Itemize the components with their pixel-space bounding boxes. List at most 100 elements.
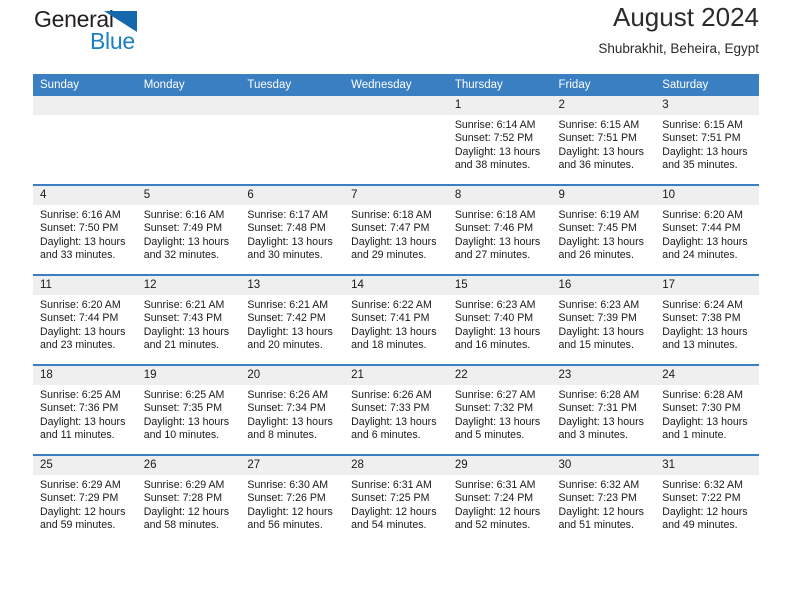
daylight-text-line2: and 23 minutes. [40, 339, 116, 352]
calendar-day-cell[interactable]: 11 Sunrise: 6:20 AM Sunset: 7:44 PM Dayligh… [33, 274, 137, 365]
day-number: 20 [240, 366, 345, 385]
day-cell-inner [136, 96, 241, 184]
day-cell-inner: 14 Sunrise: 6:22 AM Sunset: 7:41 PM Dayligh… [344, 276, 448, 364]
day-number: 10 [655, 186, 759, 205]
sunset-text: Sunset: 7:50 PM [40, 222, 119, 235]
calendar-week-row: 18 Sunrise: 6:25 AM Sunset: 7:36 PM Dayligh… [33, 364, 759, 455]
day-details: Sunrise: 6:29 AM Sunset: 7:29 PM Daylight:… [33, 475, 137, 533]
day-number [136, 96, 241, 115]
daylight-text-line1: Daylight: 13 hours [40, 325, 126, 338]
brand-logo[interactable]: General Blue [33, 6, 163, 64]
day-cell-inner: 13 Sunrise: 6:21 AM Sunset: 7:42 PM Dayligh… [240, 276, 345, 364]
daylight-text-line2: and 27 minutes. [454, 249, 531, 262]
day-details: Sunrise: 6:20 AM Sunset: 7:44 PM Daylight:… [33, 295, 137, 353]
day-details: Sunrise: 6:19 AM Sunset: 7:45 PM Daylight:… [552, 205, 656, 263]
calendar-day-cell[interactable]: 20 Sunrise: 6:26 AM Sunset: 7:34 PM Dayligh… [240, 364, 345, 455]
day-cell-inner: 1 Sunrise: 6:14 AM Sunset: 7:52 PM Daylight… [447, 96, 552, 184]
daylight-text-line2: and 29 minutes. [351, 249, 427, 262]
daylight-text-line1: Daylight: 13 hours [558, 415, 644, 428]
sunset-text: Sunset: 7:39 PM [558, 312, 637, 325]
calendar-day-cell[interactable]: 17 Sunrise: 6:24 AM Sunset: 7:38 PM Dayligh… [655, 274, 759, 365]
sunrise-text: Sunrise: 6:22 AM [351, 299, 432, 311]
calendar-day-cell[interactable]: 23 Sunrise: 6:28 AM Sunset: 7:31 PM Dayligh… [551, 364, 656, 455]
daylight-text-line2: and 56 minutes. [247, 519, 323, 532]
day-number: 27 [240, 456, 345, 475]
calendar-day-cell[interactable]: 26 Sunrise: 6:29 AM Sunset: 7:28 PM Dayligh… [136, 454, 241, 544]
day-details: Sunrise: 6:28 AM Sunset: 7:30 PM Daylight:… [655, 385, 759, 443]
sunset-text: Sunset: 7:28 PM [143, 492, 223, 505]
sunrise-text: Sunrise: 6:25 AM [143, 389, 225, 401]
daylight-text-line1: Daylight: 13 hours [558, 325, 644, 338]
calendar-day-cell[interactable]: 18 Sunrise: 6:25 AM Sunset: 7:36 PM Dayligh… [33, 364, 137, 455]
page-title: August 2024 [612, 2, 759, 32]
calendar-week-row: 1 Sunrise: 6:14 AM Sunset: 7:52 PM Daylight… [33, 96, 759, 185]
daylight-text-line2: and 11 minutes. [40, 429, 115, 442]
daylight-text-line1: Daylight: 13 hours [454, 145, 541, 158]
calendar-day-cell[interactable]: 29 Sunrise: 6:31 AM Sunset: 7:24 PM Dayligh… [447, 454, 552, 544]
calendar-day-cell[interactable]: 30 Sunrise: 6:32 AM Sunset: 7:23 PM Dayligh… [551, 454, 656, 544]
calendar-day-cell[interactable]: 19 Sunrise: 6:25 AM Sunset: 7:35 PM Dayligh… [136, 364, 241, 455]
sunrise-text: Sunrise: 6:26 AM [351, 389, 432, 401]
day-cell-inner: 21 Sunrise: 6:26 AM Sunset: 7:33 PM Dayligh… [344, 366, 448, 454]
sunrise-text: Sunrise: 6:25 AM [40, 389, 121, 401]
daylight-text-line1: Daylight: 13 hours [40, 415, 126, 428]
daylight-text-line2: and 3 minutes. [558, 429, 629, 442]
calendar-day-cell[interactable]: 8 Sunrise: 6:18 AM Sunset: 7:46 PM Daylight… [447, 184, 552, 275]
daylight-text-line1: Daylight: 13 hours [351, 415, 437, 428]
calendar-day-cell[interactable]: 28 Sunrise: 6:31 AM Sunset: 7:25 PM Dayligh… [344, 454, 448, 544]
calendar-day-cell[interactable]: 9 Sunrise: 6:19 AM Sunset: 7:45 PM Daylight… [551, 184, 656, 275]
calendar-day-cell[interactable]: 14 Sunrise: 6:22 AM Sunset: 7:41 PM Dayligh… [344, 274, 448, 365]
day-details: Sunrise: 6:23 AM Sunset: 7:39 PM Daylight:… [552, 295, 656, 353]
sunrise-text: Sunrise: 6:21 AM [247, 299, 329, 311]
daylight-text-line1: Daylight: 13 hours [558, 145, 644, 158]
calendar-cell-empty [33, 96, 137, 185]
calendar-header-row: Sunday Monday Tuesday Wednesday Thursday… [33, 74, 759, 96]
sunrise-text: Sunrise: 6:21 AM [143, 299, 225, 311]
calendar-day-cell[interactable]: 7 Sunrise: 6:18 AM Sunset: 7:47 PM Daylight… [344, 184, 448, 275]
sunrise-text: Sunrise: 6:32 AM [662, 479, 743, 491]
day-cell-inner: 26 Sunrise: 6:29 AM Sunset: 7:28 PM Dayligh… [136, 456, 241, 544]
calendar-day-cell[interactable]: 22 Sunrise: 6:27 AM Sunset: 7:32 PM Dayligh… [447, 364, 552, 455]
day-cell-inner: 31 Sunrise: 6:32 AM Sunset: 7:22 PM Dayligh… [655, 456, 759, 544]
calendar-day-cell[interactable]: 13 Sunrise: 6:21 AM Sunset: 7:42 PM Dayligh… [240, 274, 345, 365]
calendar-day-cell[interactable]: 1 Sunrise: 6:14 AM Sunset: 7:52 PM Daylight… [447, 96, 552, 185]
day-cell-inner: 6 Sunrise: 6:17 AM Sunset: 7:48 PM Daylight… [240, 186, 345, 274]
day-details: Sunrise: 6:26 AM Sunset: 7:34 PM Daylight:… [240, 385, 344, 443]
day-number: 19 [136, 366, 241, 385]
sunset-text: Sunset: 7:32 PM [454, 402, 534, 415]
calendar-day-cell[interactable]: 6 Sunrise: 6:17 AM Sunset: 7:48 PM Daylight… [240, 184, 345, 275]
sunset-text: Sunset: 7:49 PM [143, 222, 223, 235]
calendar-day-cell[interactable]: 31 Sunrise: 6:32 AM Sunset: 7:22 PM Dayligh… [655, 454, 759, 544]
day-number: 29 [447, 456, 552, 475]
sunset-text: Sunset: 7:52 PM [454, 132, 534, 145]
day-details: Sunrise: 6:29 AM Sunset: 7:28 PM Daylight:… [137, 475, 241, 533]
page-header: General Blue August 2024 Shubrakhit, Beh… [33, 0, 759, 74]
daylight-text-line1: Daylight: 13 hours [247, 415, 333, 428]
sunset-text: Sunset: 7:48 PM [247, 222, 326, 235]
sunrise-text: Sunrise: 6:16 AM [40, 209, 121, 221]
day-cell-inner: 9 Sunrise: 6:19 AM Sunset: 7:45 PM Daylight… [551, 186, 656, 274]
daylight-text-line2: and 8 minutes. [247, 429, 317, 442]
calendar-day-cell[interactable]: 21 Sunrise: 6:26 AM Sunset: 7:33 PM Dayligh… [344, 364, 448, 455]
daylight-text-line2: and 36 minutes. [558, 159, 634, 172]
calendar-day-cell[interactable]: 24 Sunrise: 6:28 AM Sunset: 7:30 PM Dayligh… [655, 364, 759, 455]
day-details: Sunrise: 6:27 AM Sunset: 7:32 PM Daylight:… [448, 385, 552, 443]
day-number: 22 [447, 366, 552, 385]
day-number: 13 [240, 276, 345, 295]
calendar-day-cell[interactable]: 2 Sunrise: 6:15 AM Sunset: 7:51 PM Daylight… [551, 96, 656, 185]
sunset-text: Sunset: 7:45 PM [558, 222, 637, 235]
calendar-day-cell[interactable]: 12 Sunrise: 6:21 AM Sunset: 7:43 PM Dayligh… [136, 274, 241, 365]
calendar-day-cell[interactable]: 15 Sunrise: 6:23 AM Sunset: 7:40 PM Dayligh… [447, 274, 552, 365]
sunset-text: Sunset: 7:44 PM [662, 222, 741, 235]
day-number: 5 [136, 186, 241, 205]
calendar-day-cell[interactable]: 3 Sunrise: 6:15 AM Sunset: 7:51 PM Daylight… [655, 96, 759, 185]
calendar-day-cell[interactable]: 25 Sunrise: 6:29 AM Sunset: 7:29 PM Dayligh… [33, 454, 137, 544]
calendar-day-cell[interactable]: 16 Sunrise: 6:23 AM Sunset: 7:39 PM Dayligh… [551, 274, 656, 365]
calendar-day-cell[interactable]: 4 Sunrise: 6:16 AM Sunset: 7:50 PM Daylight… [33, 184, 137, 275]
calendar-day-cell[interactable]: 27 Sunrise: 6:30 AM Sunset: 7:26 PM Dayligh… [240, 454, 345, 544]
calendar-day-cell[interactable]: 5 Sunrise: 6:16 AM Sunset: 7:49 PM Daylight… [136, 184, 241, 275]
daylight-text-line1: Daylight: 12 hours [247, 505, 333, 518]
daylight-text-line2: and 20 minutes. [247, 339, 323, 352]
calendar-day-cell[interactable]: 10 Sunrise: 6:20 AM Sunset: 7:44 PM Dayligh… [655, 184, 759, 275]
day-number: 3 [655, 96, 759, 115]
